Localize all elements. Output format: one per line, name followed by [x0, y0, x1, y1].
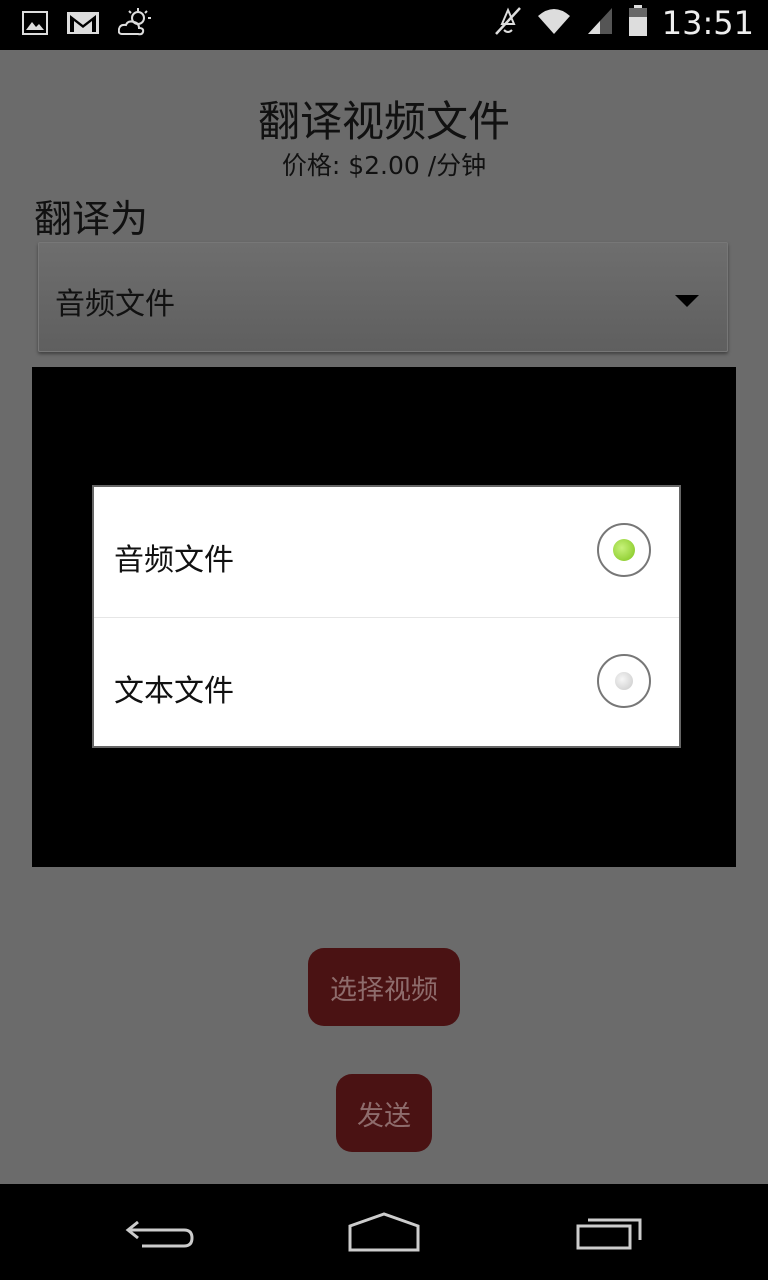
price-text: 价格: $2.00 /分钟 [281, 151, 487, 180]
status-bar: 13:51 [0, 0, 768, 50]
mute-icon [494, 4, 522, 42]
radio-dot-icon [615, 672, 633, 690]
send-button[interactable]: 发送 [336, 1074, 432, 1152]
radio-button-unchecked[interactable] [597, 654, 651, 708]
navigation-bar [0, 1184, 768, 1280]
battery-icon [628, 5, 648, 41]
home-icon[interactable] [344, 1208, 424, 1256]
weather-icon [117, 8, 152, 42]
options-dialog: 音频文件 文本文件 [92, 485, 681, 748]
back-icon[interactable] [120, 1208, 200, 1256]
select-video-button[interactable]: 选择视频 [308, 948, 460, 1026]
radio-dot-icon [613, 539, 635, 561]
signal-icon [586, 6, 614, 40]
gmail-icon [66, 11, 100, 39]
option-text-file[interactable]: 文本文件 [94, 617, 679, 747]
spinner-value: 音频文件 [55, 287, 175, 322]
image-icon [22, 11, 48, 39]
radio-button-checked[interactable] [597, 523, 651, 577]
option-label: 文本文件 [114, 674, 234, 709]
status-bar-right: 13:51 [494, 4, 754, 42]
dropdown-arrow-icon [675, 295, 699, 307]
option-label: 音频文件 [114, 543, 234, 578]
status-bar-left [22, 8, 152, 42]
recent-apps-icon[interactable] [570, 1208, 650, 1256]
status-time: 13:51 [661, 4, 754, 42]
option-audio-file[interactable]: 音频文件 [94, 487, 679, 617]
translate-type-spinner[interactable]: 音频文件 [38, 242, 728, 352]
wifi-icon [536, 6, 572, 40]
page-title: 翻译视频文件 [257, 97, 510, 146]
translate-to-label: 翻译为 [34, 197, 149, 241]
screen: 13:51 翻译视频文件 价格: $2.00 /分钟 翻译为 音频文件 选择视频… [0, 0, 768, 1280]
